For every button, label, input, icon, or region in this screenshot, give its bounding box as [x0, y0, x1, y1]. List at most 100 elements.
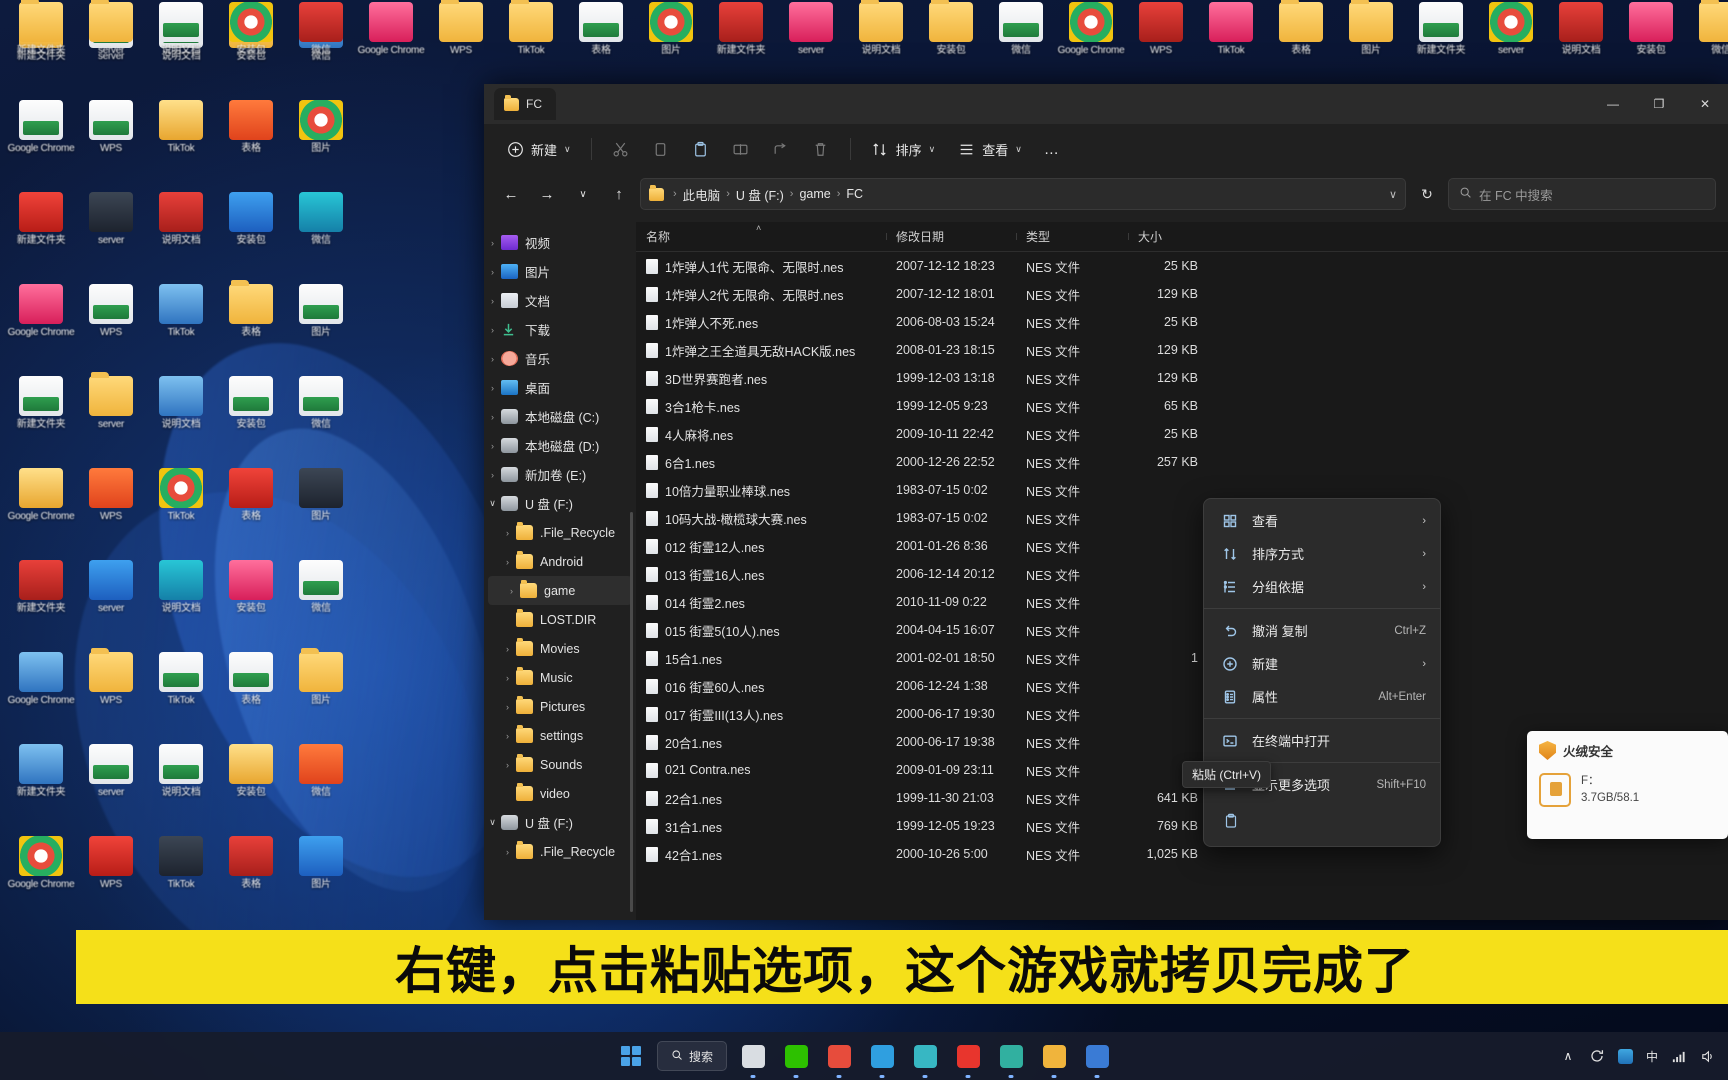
desktop-icon[interactable]: TikTok — [142, 652, 220, 706]
column-header-2[interactable]: 类型 — [1016, 228, 1128, 245]
update-icon[interactable] — [1588, 1047, 1606, 1065]
chevron-right-icon[interactable]: › — [499, 557, 516, 567]
chevron-right-icon[interactable]: › — [499, 847, 516, 857]
desktop-icon[interactable]: server — [72, 560, 150, 614]
desktop-icon[interactable]: TikTok — [142, 284, 220, 338]
nav-item-item2[interactable]: › 文档 — [484, 286, 636, 315]
desktop-icon[interactable]: Google Chrome — [1052, 2, 1130, 56]
desktop-icon[interactable]: 安装包 — [912, 0, 990, 56]
desktop-icon[interactable]: 图片 — [632, 2, 710, 56]
menu-item-6[interactable]: 属性 Alt+Enter — [1208, 680, 1436, 713]
nav-scrollbar[interactable] — [630, 512, 633, 912]
view-button[interactable]: 查看 ∨ — [947, 132, 1032, 166]
desktop-icon[interactable]: 新建文件夹 — [2, 744, 80, 798]
chevron-right-icon[interactable]: › — [484, 383, 501, 393]
search-box[interactable]: 在 FC 中搜索 — [1448, 178, 1716, 210]
nav-item-Pictures[interactable]: › Pictures — [484, 692, 636, 721]
desktop-icon[interactable]: server — [1472, 2, 1550, 56]
table-row[interactable]: 3合1枪卡.nes 1999-12-05 9:23 NES 文件 65 KB — [636, 392, 1728, 420]
desktop-icon[interactable]: 说明文档 — [142, 2, 220, 56]
desktop-icon[interactable]: Google Chrome — [2, 100, 80, 154]
table-row[interactable]: 42合1.nes 2000-10-26 5:00 NES 文件 1,025 KB — [636, 840, 1728, 868]
forward-button[interactable]: → — [532, 179, 562, 209]
chevron-right-icon[interactable]: › — [484, 325, 501, 335]
share-button[interactable] — [762, 132, 800, 166]
nav-item-FileRecycle[interactable]: › .File_Recycle — [484, 518, 636, 547]
desktop-icon[interactable]: 微信 — [282, 192, 360, 246]
desktop-icon[interactable]: 表格 — [562, 2, 640, 56]
maximize-button[interactable]: ❐ — [1636, 84, 1682, 124]
desktop-icon[interactable]: 图片 — [1332, 0, 1410, 56]
nav-item-UF[interactable]: ∨ U 盘 (F:) — [484, 489, 636, 518]
chevron-right-icon[interactable]: › — [499, 702, 516, 712]
desktop-icon[interactable]: Google Chrome — [2, 284, 80, 338]
table-row[interactable]: 013 街霊16人.nes 2006-12-14 20:12 NES 文件 — [636, 560, 1728, 588]
taskbar-app-notes[interactable] — [994, 1039, 1028, 1078]
table-row[interactable]: 6合1.nes 2000-12-26 22:52 NES 文件 257 KB — [636, 448, 1728, 476]
desktop-icon[interactable]: 新建文件夹 — [2, 560, 80, 614]
security-icon[interactable] — [1617, 1047, 1635, 1065]
desktop-icon[interactable]: 表格 — [212, 836, 290, 890]
table-row[interactable]: 015 街霊5(10人).nes 2004-04-15 16:07 NES 文件 — [636, 616, 1728, 644]
menu-item-8[interactable]: 在终端中打开 — [1208, 724, 1436, 757]
sort-button[interactable]: 排序 ∨ — [861, 132, 946, 166]
nav-item-video[interactable]: video — [484, 779, 636, 808]
desktop-icon[interactable]: 新建文件夹 — [2, 0, 80, 56]
taskbar-app-explorer-u[interactable] — [908, 1039, 942, 1078]
delete-button[interactable] — [802, 132, 840, 166]
desktop-icon[interactable]: WPS — [72, 100, 150, 154]
table-row[interactable]: 1炸弹之王全道具无敌HACK版.nes 2008-01-23 18:15 NES 文… — [636, 336, 1728, 364]
taskbar-app-wps[interactable] — [951, 1039, 985, 1078]
huorong-notification[interactable]: 火绒安全 F： 3.7GB/58.1 — [1527, 731, 1728, 839]
desktop-icon[interactable]: 表格 — [212, 468, 290, 522]
copy-button[interactable] — [642, 132, 680, 166]
cut-button[interactable] — [602, 132, 640, 166]
desktop-icon[interactable]: TikTok — [142, 100, 220, 154]
more-button[interactable]: … — [1034, 132, 1071, 166]
desktop-icon[interactable]: server — [72, 372, 150, 430]
nav-item-LOSTDIR[interactable]: LOST.DIR — [484, 605, 636, 634]
nav-item-item0[interactable]: › 视频 — [484, 228, 636, 257]
table-row[interactable]: 014 街霊2.nes 2010-11-09 0:22 NES 文件 — [636, 588, 1728, 616]
chevron-right-icon[interactable]: › — [484, 267, 501, 277]
column-header-1[interactable]: 修改日期 — [886, 228, 1016, 245]
desktop-icon[interactable]: 图片 — [282, 284, 360, 338]
desktop-icon[interactable]: WPS — [1122, 2, 1200, 56]
back-button[interactable]: ← — [496, 179, 526, 209]
table-row[interactable]: 1炸弹人不死.nes 2006-08-03 15:24 NES 文件 25 KB — [636, 308, 1728, 336]
desktop-icon[interactable]: 图片 — [282, 648, 360, 706]
menu-item-1[interactable]: 排序方式 › — [1208, 537, 1436, 570]
column-header-3[interactable]: 大小 — [1128, 228, 1204, 245]
desktop-icon[interactable]: 微信 — [1682, 0, 1728, 56]
desktop-icon[interactable]: WPS — [72, 648, 150, 706]
nav-item-FileRecycle[interactable]: › .File_Recycle — [484, 837, 636, 866]
chevron-right-icon[interactable]: › — [499, 760, 516, 770]
desktop-icon[interactable]: WPS — [72, 468, 150, 522]
desktop-icon[interactable]: WPS — [72, 836, 150, 890]
menu-item-5[interactable]: 新建 › — [1208, 647, 1436, 680]
desktop-icon[interactable]: 新建文件夹 — [1402, 2, 1480, 56]
desktop-icon[interactable]: Google Chrome — [352, 2, 430, 56]
taskbar-app-taskview[interactable] — [736, 1039, 770, 1078]
taskbar-app-file-explorer[interactable] — [1037, 1039, 1071, 1078]
menu-item-4[interactable]: 撤消 复制 Ctrl+Z — [1208, 614, 1436, 647]
nav-item-item5[interactable]: › 桌面 — [484, 373, 636, 402]
desktop-icon[interactable]: 新建文件夹 — [2, 376, 80, 430]
desktop-icon[interactable]: server — [72, 0, 150, 56]
taskbar-app-telegram[interactable] — [865, 1039, 899, 1078]
desktop-icon[interactable]: 图片 — [282, 468, 360, 522]
chevron-right-icon[interactable]: › — [484, 354, 501, 364]
desktop-icon[interactable]: 表格 — [212, 280, 290, 338]
ime-indicator[interactable]: 中 — [1646, 1048, 1658, 1065]
chevron-right-icon[interactable]: › — [499, 528, 516, 538]
rename-button[interactable] — [722, 132, 760, 166]
chevron-right-icon[interactable]: › — [484, 441, 501, 451]
desktop-icon[interactable]: 安装包 — [212, 560, 290, 614]
nav-item-item1[interactable]: › 图片 — [484, 257, 636, 286]
nav-item-game[interactable]: › game — [488, 576, 632, 605]
table-row[interactable]: 012 街霊12人.nes 2001-01-26 8:36 NES 文件 — [636, 532, 1728, 560]
desktop-icon[interactable]: TikTok — [142, 836, 220, 890]
new-button[interactable]: 新建 ∨ — [496, 132, 581, 166]
desktop-icon[interactable]: 微信 — [282, 560, 360, 614]
table-row[interactable]: 10码大战-橄榄球大赛.nes 1983-07-15 0:02 NES 文件 — [636, 504, 1728, 532]
